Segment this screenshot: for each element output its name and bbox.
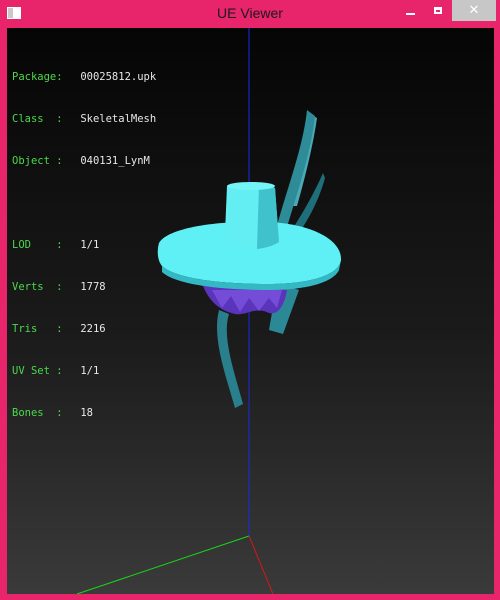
lod-value: 1/1 bbox=[80, 239, 100, 251]
mesh-info-panel: Package: 00025812.upk Class : SkeletalMe… bbox=[12, 42, 156, 448]
close-icon: ✕ bbox=[468, 3, 480, 18]
tris-label: Tris : bbox=[12, 323, 63, 335]
package-label: Package: bbox=[12, 71, 63, 83]
maximize-button[interactable] bbox=[424, 0, 452, 21]
info-row-package: Package: 00025812.upk bbox=[12, 70, 156, 84]
title-bar[interactable]: UE Viewer ✕ bbox=[0, 0, 500, 28]
info-row-uvset: UV Set : 1/1 bbox=[12, 364, 156, 378]
maximize-icon bbox=[434, 7, 442, 14]
class-value: SkeletalMesh bbox=[80, 113, 157, 125]
verts-value: 1778 bbox=[80, 281, 106, 293]
info-row-object: Object : 040131_LynM bbox=[12, 154, 156, 168]
bones-value: 18 bbox=[80, 407, 93, 419]
class-label: Class : bbox=[12, 113, 63, 125]
hair-strand-left bbox=[217, 310, 243, 408]
object-label: Object : bbox=[12, 155, 63, 167]
info-row-bones: Bones : 18 bbox=[12, 406, 156, 420]
bones-label: Bones : bbox=[12, 407, 63, 419]
info-spacer bbox=[12, 196, 156, 210]
verts-label: Verts : bbox=[12, 281, 63, 293]
hat-crown-top bbox=[227, 182, 275, 190]
info-row-tris: Tris : 2216 bbox=[12, 322, 156, 336]
hat-crown-shadow bbox=[257, 186, 279, 249]
uvset-label: UV Set : bbox=[12, 365, 63, 377]
info-row-verts: Verts : 1778 bbox=[12, 280, 156, 294]
package-value: 00025812.upk bbox=[80, 71, 157, 83]
app-window: UE Viewer ✕ Package: 00025812.upk Class … bbox=[0, 0, 500, 600]
minimize-icon bbox=[405, 12, 415, 15]
object-value: 040131_LynM bbox=[80, 155, 150, 167]
info-row-lod: LOD : 1/1 bbox=[12, 238, 156, 252]
y-axis bbox=[76, 535, 250, 594]
close-button[interactable]: ✕ bbox=[452, 0, 496, 21]
info-row-class: Class : SkeletalMesh bbox=[12, 112, 156, 126]
x-axis bbox=[248, 535, 274, 594]
3d-viewport[interactable]: Package: 00025812.upk Class : SkeletalMe… bbox=[7, 28, 494, 594]
minimize-button[interactable] bbox=[396, 0, 424, 21]
uvset-value: 1/1 bbox=[80, 365, 100, 377]
tris-value: 2216 bbox=[80, 323, 106, 335]
lod-label: LOD : bbox=[12, 239, 63, 251]
